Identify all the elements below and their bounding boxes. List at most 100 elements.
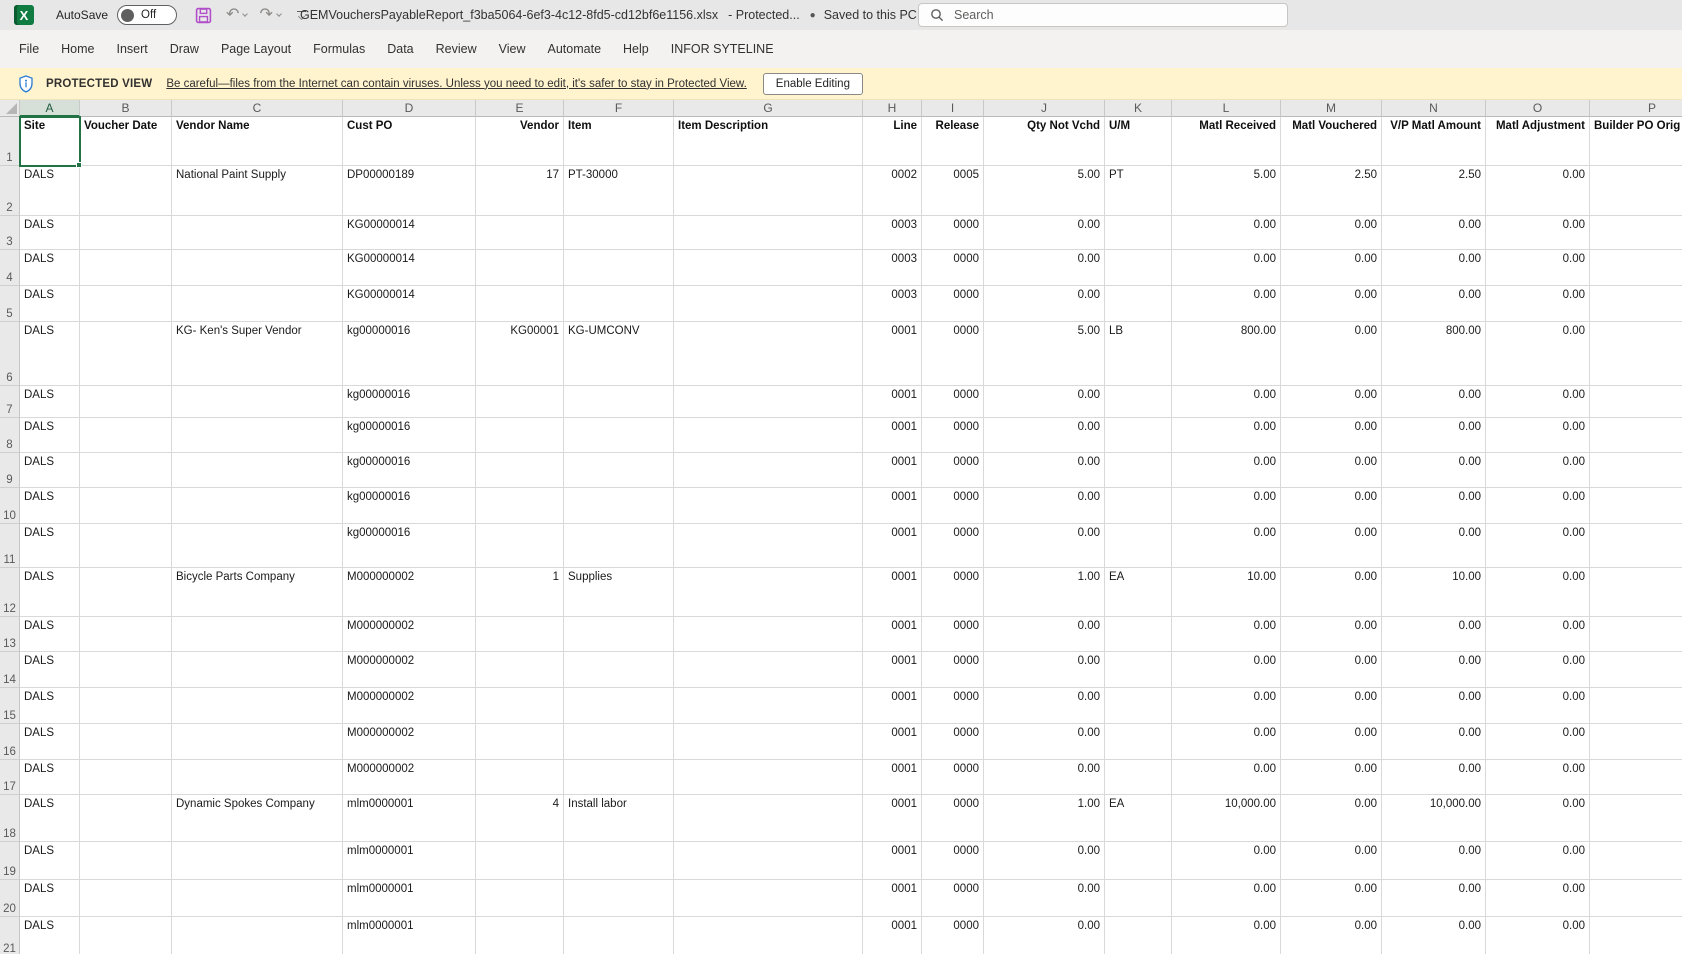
cell-E6[interactable]: KG00001 (476, 322, 564, 386)
cell-O13[interactable]: 0.00 (1486, 617, 1590, 652)
cell-C18[interactable]: Dynamic Spokes Company (172, 795, 343, 842)
cell-F14[interactable] (564, 652, 674, 688)
menu-tab-help[interactable]: Help (612, 30, 660, 68)
cell-B16[interactable] (80, 724, 172, 760)
cell-D19[interactable]: mlm0000001 (343, 842, 476, 880)
cell-M17[interactable]: 0.00 (1281, 760, 1382, 795)
cell-L16[interactable]: 0.00 (1172, 724, 1281, 760)
cell-B13[interactable] (80, 617, 172, 652)
cell-J18[interactable]: 1.00 (984, 795, 1105, 842)
cell-M5[interactable]: 0.00 (1281, 286, 1382, 322)
cell-B5[interactable] (80, 286, 172, 322)
cell-D16[interactable]: M000000002 (343, 724, 476, 760)
cell-M6[interactable]: 0.00 (1281, 322, 1382, 386)
cell-A16[interactable]: DALS (20, 724, 80, 760)
cell-E4[interactable] (476, 250, 564, 286)
cell-N18[interactable]: 10,000.00 (1382, 795, 1486, 842)
cell-P10[interactable] (1590, 488, 1682, 524)
cell-A19[interactable]: DALS (20, 842, 80, 880)
cell-J5[interactable]: 0.00 (984, 286, 1105, 322)
cell-L6[interactable]: 800.00 (1172, 322, 1281, 386)
cell-M15[interactable]: 0.00 (1281, 688, 1382, 724)
cell-G21[interactable] (674, 917, 863, 954)
cell-I1[interactable]: Release (922, 117, 984, 166)
cell-M13[interactable]: 0.00 (1281, 617, 1382, 652)
cell-C14[interactable] (172, 652, 343, 688)
cell-P19[interactable] (1590, 842, 1682, 880)
cell-A17[interactable]: DALS (20, 760, 80, 795)
cell-E17[interactable] (476, 760, 564, 795)
cell-P9[interactable] (1590, 453, 1682, 488)
cell-F19[interactable] (564, 842, 674, 880)
cell-E10[interactable] (476, 488, 564, 524)
cell-I21[interactable]: 0000 (922, 917, 984, 954)
cell-M7[interactable]: 0.00 (1281, 386, 1382, 418)
cell-P15[interactable] (1590, 688, 1682, 724)
autosave-toggle[interactable]: Off (117, 5, 177, 25)
cell-J15[interactable]: 0.00 (984, 688, 1105, 724)
row-header-3[interactable]: 3 (0, 216, 20, 250)
cell-K16[interactable] (1105, 724, 1172, 760)
column-header-A[interactable]: A (20, 100, 80, 117)
cell-J14[interactable]: 0.00 (984, 652, 1105, 688)
cell-D5[interactable]: KG00000014 (343, 286, 476, 322)
row-header-4[interactable]: 4 (0, 250, 20, 286)
cell-K12[interactable]: EA (1105, 568, 1172, 617)
column-header-L[interactable]: L (1172, 100, 1281, 117)
cell-F17[interactable] (564, 760, 674, 795)
cell-H3[interactable]: 0003 (863, 216, 922, 250)
cell-B10[interactable] (80, 488, 172, 524)
column-header-G[interactable]: G (674, 100, 863, 117)
cell-H11[interactable]: 0001 (863, 524, 922, 568)
menu-tab-data[interactable]: Data (376, 30, 424, 68)
cell-C8[interactable] (172, 418, 343, 453)
cell-B2[interactable] (80, 166, 172, 216)
cell-F5[interactable] (564, 286, 674, 322)
cell-N6[interactable]: 800.00 (1382, 322, 1486, 386)
menu-tab-automate[interactable]: Automate (537, 30, 613, 68)
cell-C1[interactable]: Vendor Name (172, 117, 343, 166)
cell-B11[interactable] (80, 524, 172, 568)
cell-E12[interactable]: 1 (476, 568, 564, 617)
cell-L17[interactable]: 0.00 (1172, 760, 1281, 795)
cell-D20[interactable]: mlm0000001 (343, 880, 476, 917)
cell-A2[interactable]: DALS (20, 166, 80, 216)
cell-D15[interactable]: M000000002 (343, 688, 476, 724)
cell-O14[interactable]: 0.00 (1486, 652, 1590, 688)
menu-tab-view[interactable]: View (488, 30, 537, 68)
cell-N15[interactable]: 0.00 (1382, 688, 1486, 724)
cell-D2[interactable]: DP00000189 (343, 166, 476, 216)
cell-L7[interactable]: 0.00 (1172, 386, 1281, 418)
cell-B12[interactable] (80, 568, 172, 617)
cell-H20[interactable]: 0001 (863, 880, 922, 917)
cell-F21[interactable] (564, 917, 674, 954)
cell-G6[interactable] (674, 322, 863, 386)
cell-C20[interactable] (172, 880, 343, 917)
cell-B21[interactable] (80, 917, 172, 954)
column-header-C[interactable]: C (172, 100, 343, 117)
cell-B3[interactable] (80, 216, 172, 250)
cell-L10[interactable]: 0.00 (1172, 488, 1281, 524)
cell-C15[interactable] (172, 688, 343, 724)
cell-J9[interactable]: 0.00 (984, 453, 1105, 488)
cell-A7[interactable]: DALS (20, 386, 80, 418)
cell-E19[interactable] (476, 842, 564, 880)
cell-A20[interactable]: DALS (20, 880, 80, 917)
cell-N4[interactable]: 0.00 (1382, 250, 1486, 286)
cell-L5[interactable]: 0.00 (1172, 286, 1281, 322)
cell-C11[interactable] (172, 524, 343, 568)
cell-E5[interactable] (476, 286, 564, 322)
cell-J16[interactable]: 0.00 (984, 724, 1105, 760)
cell-N1[interactable]: V/P Matl Amount (1382, 117, 1486, 166)
cell-B9[interactable] (80, 453, 172, 488)
cell-G18[interactable] (674, 795, 863, 842)
cell-A18[interactable]: DALS (20, 795, 80, 842)
cell-I2[interactable]: 0005 (922, 166, 984, 216)
cell-D10[interactable]: kg00000016 (343, 488, 476, 524)
cell-A13[interactable]: DALS (20, 617, 80, 652)
column-header-E[interactable]: E (476, 100, 564, 117)
menu-tab-page-layout[interactable]: Page Layout (210, 30, 302, 68)
cell-N20[interactable]: 0.00 (1382, 880, 1486, 917)
menu-tab-draw[interactable]: Draw (159, 30, 210, 68)
cell-C21[interactable] (172, 917, 343, 954)
